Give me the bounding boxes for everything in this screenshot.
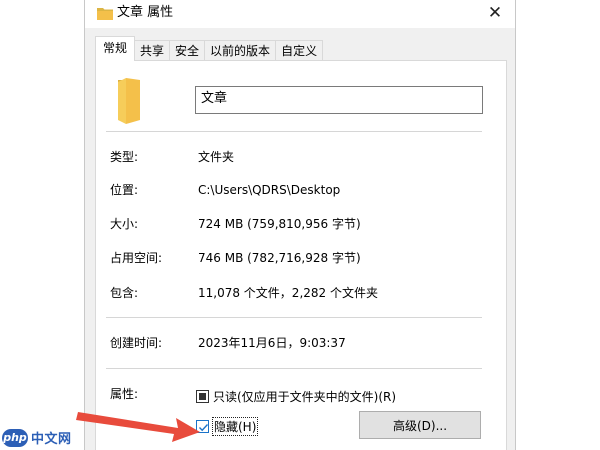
size-label: 大小: [110,217,139,231]
readonly-label: 只读(仅应用于文件夹中的文件)(R) [213,390,397,404]
disk-size-label: 占用空间: [110,251,163,265]
tab-bar: 常规 共享 安全 以前的版本 自定义 [95,36,324,61]
separator [106,368,482,369]
size-value: 724 MB (759,810,956 字节) [198,217,361,231]
separator [106,131,482,132]
php-cn-watermark-logo: php 中文网 [2,428,72,447]
location-value: C:\Users\QDRS\Desktop [198,183,341,197]
location-label: 位置: [110,183,139,197]
created-value: 2023年11月6日，9:03:37 [198,336,346,350]
tab-previous-versions[interactable]: 以前的版本 [204,40,277,61]
separator [106,317,482,318]
type-value: 文件夹 [198,150,235,164]
folder-icon [97,8,113,20]
readonly-checkbox-row[interactable]: 只读(仅应用于文件夹中的文件)(R) [196,388,396,405]
folder-name-input[interactable]: 文章 [195,86,483,114]
hidden-label: 隐藏(H) [211,417,259,436]
tab-customize[interactable]: 自定义 [275,40,324,61]
hidden-checkbox-row[interactable]: 隐藏(H) [196,417,259,436]
window-title: 文章 属性 [117,5,174,20]
red-arrow-annotation [76,412,200,442]
tab-general[interactable]: 常规 [95,36,136,61]
tab-sharing[interactable]: 共享 [134,40,171,61]
created-label: 创建时间: [110,336,163,350]
php-logo-badge: php [2,428,28,447]
close-button[interactable]: ✕ [475,0,515,26]
folder-large-icon [118,78,140,124]
php-logo-text: 中文网 [31,432,72,447]
tab-security[interactable]: 安全 [169,40,206,61]
contains-value: 11,078 个文件，2,282 个文件夹 [198,286,378,300]
disk-size-value: 746 MB (782,716,928 字节) [198,251,361,265]
title-bar: 文章 属性 ✕ [85,0,515,28]
type-label: 类型: [110,150,139,164]
advanced-button[interactable]: 高级(D)... [359,411,481,439]
contains-label: 包含: [110,286,139,300]
